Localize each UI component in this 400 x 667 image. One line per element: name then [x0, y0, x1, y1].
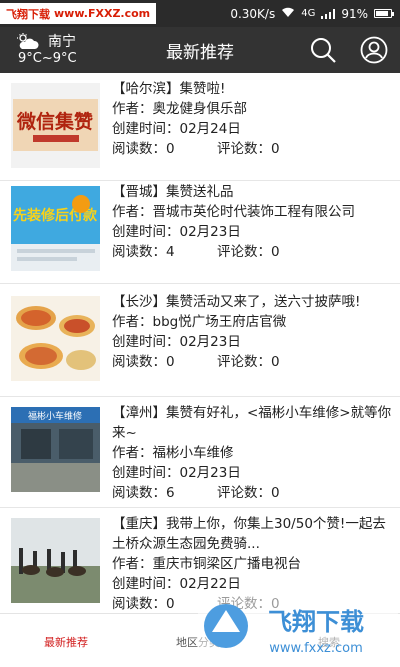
item-title: 【重庆】我带上你，你集上30/50个赞!一起去土桥众源生态园免费骑... — [112, 516, 386, 552]
item-thumbnail: 福彬小车维修 — [11, 407, 100, 492]
wifi-icon — [281, 7, 295, 21]
comments-label: 评论数： — [217, 354, 271, 370]
network-speed: 0.30K/s — [230, 6, 276, 21]
battery-icon — [374, 9, 394, 18]
list-item[interactable]: 【长沙】集赞活动又来了，送六寸披萨哦! 作者：bbg悦广场王府店官微 创建时间：… — [0, 286, 400, 397]
created-label: 创建时间： — [112, 576, 180, 592]
article-list: 微信集赞 【哈尔滨】集赞啦! 作者：奥龙健身俱乐部 创建时间：02月24日 阅读… — [0, 73, 400, 610]
item-reads: 6 — [166, 485, 175, 501]
reads-label: 阅读数： — [112, 485, 166, 501]
app-header: 南宁 9°C~9°C 最新推荐 — [0, 27, 400, 73]
created-label: 创建时间： — [112, 224, 180, 240]
item-author: 奥龙健身俱乐部 — [152, 101, 248, 117]
tab-latest[interactable]: 最新推荐 — [44, 634, 88, 650]
list-item[interactable]: 福彬小车维修 【漳州】集赞有好礼，<福彬小车维修>就等你来~ 作者：福彬小车维修… — [0, 397, 400, 508]
search-button[interactable] — [309, 36, 337, 64]
item-date: 02月23日 — [179, 224, 241, 240]
watermark-brand: 飞翔下载 — [6, 7, 50, 21]
search-icon — [311, 38, 336, 63]
author-label: 作者： — [112, 204, 153, 220]
item-comments: 0 — [271, 141, 280, 157]
network-type: 4G — [301, 8, 316, 19]
item-comments: 0 — [271, 354, 280, 370]
comments-label: 评论数： — [217, 141, 271, 157]
status-indicators: 0.30K/s 4G 91% — [230, 0, 394, 27]
item-reads: 4 — [166, 244, 175, 260]
item-title: 【晋城】集赞送礼品 — [112, 184, 234, 200]
created-label: 创建时间： — [112, 465, 180, 481]
watermark-bottom: 飞翔下载 www.fxxz.com — [198, 596, 398, 662]
reads-label: 阅读数： — [112, 141, 166, 157]
thumb-text: 福彬小车维修 — [28, 410, 82, 422]
item-author: 晋城市英伦时代装饰工程有限公司 — [152, 204, 356, 220]
list-item[interactable]: 先装修后付款 【晋城】集赞送礼品 作者：晋城市英伦时代装饰工程有限公司 创建时间… — [0, 176, 400, 284]
reads-label: 阅读数： — [112, 354, 166, 370]
created-label: 创建时间： — [112, 121, 180, 137]
profile-button[interactable] — [360, 36, 388, 64]
item-thumbnail — [11, 518, 100, 603]
author-label: 作者： — [112, 314, 153, 330]
page-title: 最新推荐 — [166, 43, 234, 63]
item-author: 福彬小车维修 — [152, 445, 234, 461]
battery-level: 91% — [341, 6, 368, 21]
watermark-top: 飞翔下载 www.FXXZ.com — [0, 3, 157, 24]
thumb-text: 微信集赞 — [16, 110, 93, 133]
item-author: bbg悦广场王府店官微 — [152, 314, 287, 330]
author-label: 作者： — [112, 445, 153, 461]
list-item[interactable]: 【重庆】我带上你，你集上30/50个赞!一起去土桥众源生态园免费骑... 作者：… — [0, 508, 400, 610]
item-title: 【漳州】集赞有好礼，<福彬小车维修>就等你来~ — [112, 405, 392, 441]
status-bar: 飞翔下载 www.FXXZ.com 0.30K/s 4G 91% — [0, 0, 400, 27]
item-thumbnail: 微信集赞 — [11, 83, 100, 168]
watermark-url: www.FXXZ.com — [54, 7, 151, 20]
author-label: 作者： — [112, 556, 153, 572]
item-date: 02月22日 — [179, 576, 241, 592]
created-label: 创建时间： — [112, 334, 180, 350]
item-title: 【长沙】集赞活动又来了，送六寸披萨哦! — [112, 294, 361, 310]
item-thumbnail: 先装修后付款 — [11, 186, 100, 271]
item-author: 重庆市铜梁区广播电视台 — [152, 556, 302, 572]
item-comments: 0 — [271, 244, 280, 260]
item-thumbnail — [11, 296, 100, 381]
signal-icon — [321, 8, 336, 19]
watermark-bottom-url: www.fxxz.com — [269, 641, 363, 656]
comments-label: 评论数： — [217, 244, 271, 260]
item-title: 【哈尔滨】集赞啦! — [112, 81, 226, 97]
watermark-bottom-brand: 飞翔下载 — [268, 608, 364, 636]
item-date: 02月23日 — [179, 465, 241, 481]
item-reads: 0 — [166, 354, 175, 370]
item-date: 02月23日 — [179, 334, 241, 350]
comments-label: 评论数： — [217, 485, 271, 501]
item-date: 02月24日 — [179, 121, 241, 137]
user-icon — [360, 36, 388, 64]
list-item[interactable]: 微信集赞 【哈尔滨】集赞啦! 作者：奥龙健身俱乐部 创建时间：02月24日 阅读… — [0, 73, 400, 181]
item-comments: 0 — [271, 485, 280, 501]
item-reads: 0 — [166, 596, 175, 610]
author-label: 作者： — [112, 101, 153, 117]
reads-label: 阅读数： — [112, 244, 166, 260]
reads-label: 阅读数： — [112, 596, 166, 610]
item-reads: 0 — [166, 141, 175, 157]
